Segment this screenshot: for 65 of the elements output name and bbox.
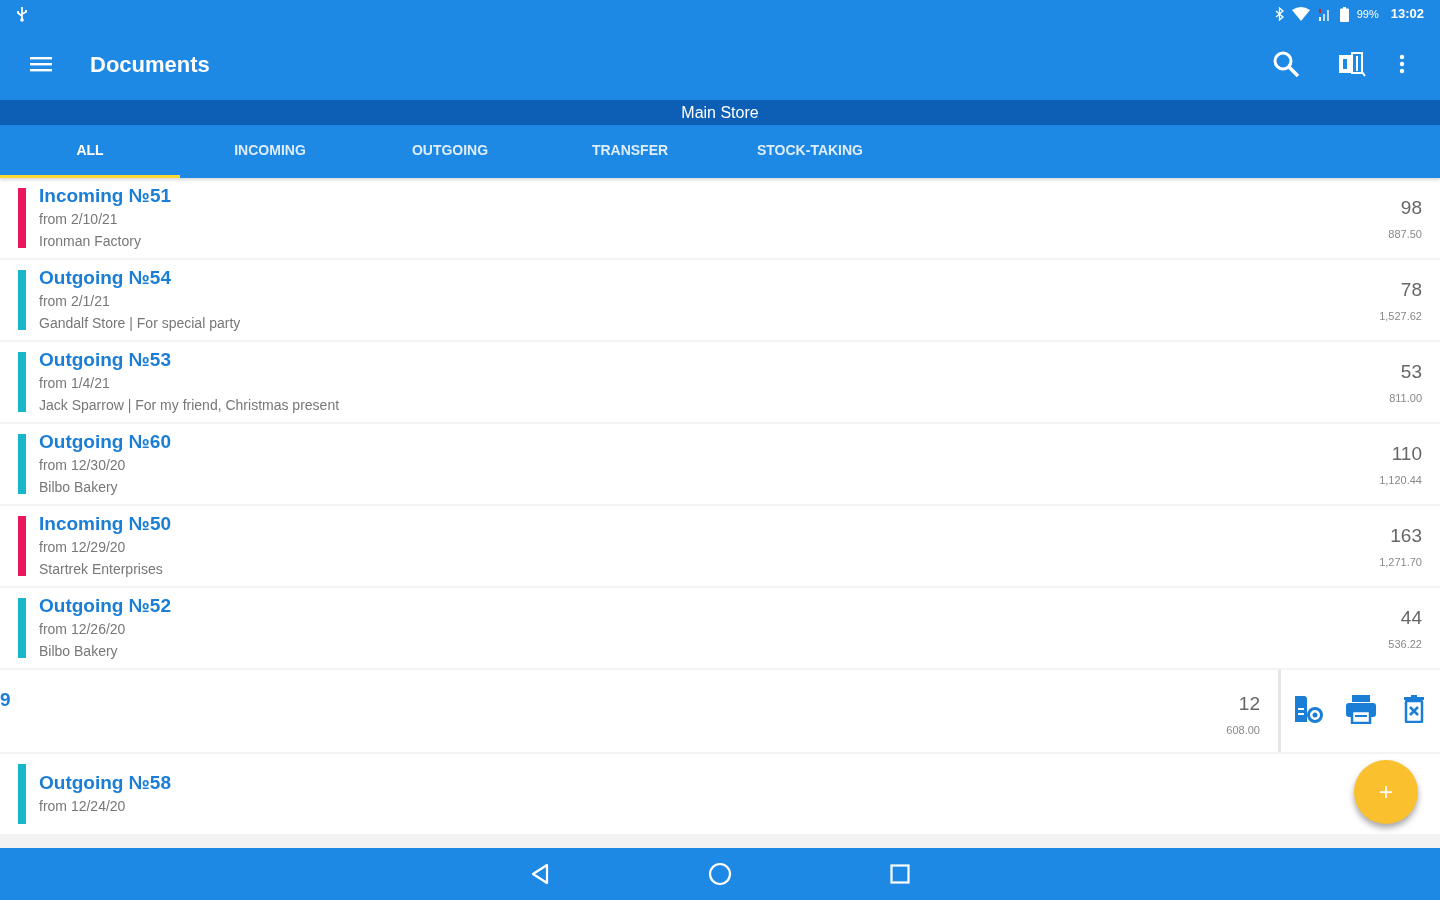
document-row[interactable]: Incoming №50 from 12/29/20 Startrek Enterprises 163 1,271.70 xyxy=(0,506,1440,586)
document-icon xyxy=(1292,694,1323,724)
back-triangle-icon xyxy=(530,863,550,885)
item-count: 163 xyxy=(1390,524,1422,548)
trash-icon xyxy=(1402,695,1425,723)
document-date: from 2/1/21 xyxy=(39,292,110,311)
document-date: from 12/30/20 xyxy=(39,456,126,475)
document-date: from 12/24/20 xyxy=(39,797,126,816)
item-count: 98 xyxy=(1400,196,1422,220)
home-circle-icon xyxy=(708,862,732,886)
document-date: from 2/10/21 xyxy=(39,210,118,229)
total-amount: 536.22 xyxy=(1388,636,1422,652)
document-date: from 12/29/20 xyxy=(39,538,126,557)
item-count: 44 xyxy=(1400,606,1422,630)
document-note: Startrek Enterprises xyxy=(39,560,163,579)
tab[interactable]: TRANSFER xyxy=(540,125,720,178)
total-amount: 608.00 xyxy=(1226,722,1260,738)
printer-icon xyxy=(1344,694,1377,724)
document-row[interactable]: Outgoing №52 from 12/26/20 Bilbo Bakery 44 536.22 xyxy=(0,588,1440,668)
item-count: 78 xyxy=(1400,278,1422,302)
document-title: Outgoing №54 xyxy=(39,266,171,290)
total-amount: 1,271.70 xyxy=(1379,554,1422,570)
document-row[interactable]: Incoming №51 from 2/10/21 Ironman Factory 98 887.50 xyxy=(0,178,1440,258)
document-note: Jack Sparrow | For my friend, Christmas present xyxy=(39,396,340,415)
clock: 13:02 xyxy=(1390,5,1424,24)
document-note: Bilbo Bakery xyxy=(39,478,118,497)
battery-icon xyxy=(1339,6,1349,22)
total-amount: 1,120.44 xyxy=(1379,472,1422,488)
battery-percent: 99% xyxy=(1356,6,1379,22)
more-icon xyxy=(1399,54,1405,74)
app-title: Documents xyxy=(90,50,210,79)
document-row[interactable]: 9 12 608.00 xyxy=(0,670,1278,752)
document-note: Bilbo Bakery xyxy=(39,642,118,661)
document-row[interactable]: Outgoing №60 from 12/30/20 Bilbo Bakery 110 1,120.44 xyxy=(0,424,1440,504)
total-amount: 1,527.62 xyxy=(1379,308,1422,324)
menu-icon xyxy=(30,56,52,72)
recents-square-icon xyxy=(890,864,910,884)
tab[interactable]: STOCK-TAKING xyxy=(720,125,900,178)
usb-icon xyxy=(16,6,28,22)
document-title: Outgoing №58 xyxy=(39,771,171,795)
item-count: 12 xyxy=(1238,692,1260,716)
total-amount: 887.50 xyxy=(1388,226,1422,242)
document-scan-icon xyxy=(1337,50,1367,78)
document-title: Outgoing №53 xyxy=(39,348,171,372)
tab[interactable]: OUTGOING xyxy=(360,125,540,178)
tab[interactable]: INCOMING xyxy=(180,125,360,178)
bluetooth-icon xyxy=(1274,7,1284,21)
store-name: Main Store xyxy=(681,102,759,123)
document-title: Outgoing №60 xyxy=(39,430,171,454)
document-title: Incoming №51 xyxy=(39,184,172,208)
document-date: from 1/4/21 xyxy=(39,374,110,393)
wifi-icon xyxy=(1291,7,1310,21)
total-amount: 811.00 xyxy=(1389,390,1422,406)
document-date: from 12/26/20 xyxy=(39,620,126,639)
document-note: Gandalf Store | For special party xyxy=(39,314,241,333)
document-row[interactable]: Outgoing №53 from 1/4/21 Jack Sparrow | For my friend, Christmas present 53 811.00 xyxy=(0,342,1440,422)
search-icon xyxy=(1272,50,1300,78)
document-title: 9 xyxy=(0,688,11,712)
item-count: 53 xyxy=(1400,360,1422,384)
item-count: 110 xyxy=(1391,442,1422,466)
document-note: Ironman Factory xyxy=(39,232,141,251)
document-title: Outgoing №52 xyxy=(39,594,171,618)
document-title: Incoming №50 xyxy=(39,512,172,536)
document-row[interactable]: Outgoing №54 from 2/1/21 Gandalf Store | For special party 78 1,527.62 xyxy=(0,260,1440,340)
signal-icon xyxy=(1317,7,1332,21)
